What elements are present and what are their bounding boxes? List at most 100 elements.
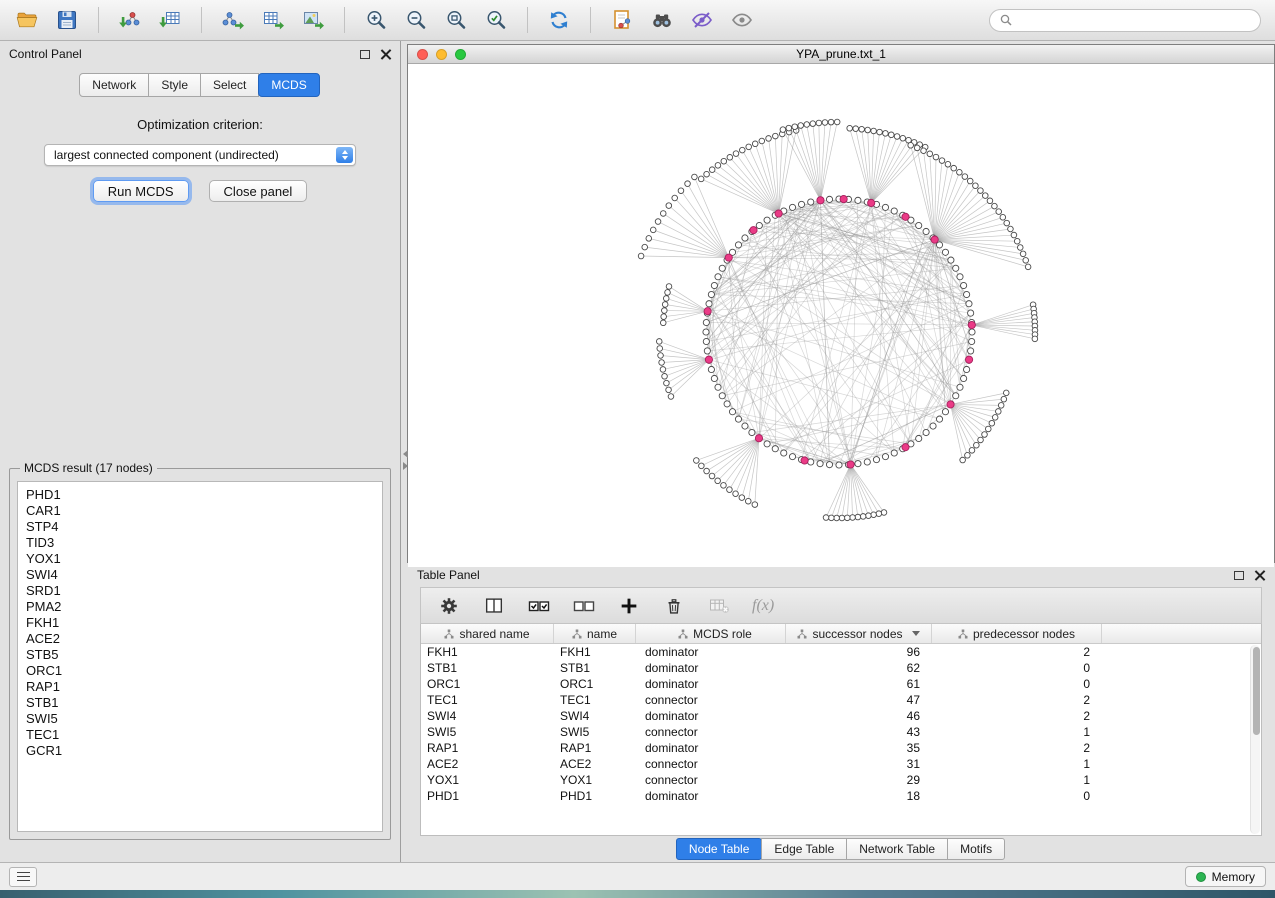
export-image-icon[interactable] [300,7,326,33]
open-file-icon[interactable] [14,7,40,33]
network-leaf-nodes[interactable] [638,119,1038,521]
result-node[interactable]: PHD1 [26,487,374,503]
node-table: shared name name MCDS role successo [420,624,1262,836]
mcds-result-list[interactable]: PHD1CAR1STP4TID3YOX1SWI4SRD1PMA2FKH1ACE2… [17,481,383,832]
hide-selected-icon[interactable] [689,7,715,33]
network-view[interactable] [408,64,1274,567]
float-panel-icon[interactable] [360,50,370,59]
tab-node-table[interactable]: Node Table [676,838,763,860]
status-menu-button[interactable] [9,867,37,887]
deselect-all-columns-icon[interactable] [572,594,596,618]
table-row[interactable]: ORC1ORC1dominator610 [421,676,1261,692]
result-node[interactable]: ORC1 [26,663,374,679]
tab-network[interactable]: Network [79,73,149,97]
table-row[interactable]: TEC1TEC1connector472 [421,692,1261,708]
result-node[interactable]: GCR1 [26,743,374,759]
select-all-columns-icon[interactable] [527,594,551,618]
table-cell [1102,644,1261,660]
window-minimize-icon[interactable] [436,49,447,60]
table-cell: ACE2 [421,756,554,772]
import-network-icon[interactable] [117,7,143,33]
refresh-icon[interactable] [546,7,572,33]
column-header-name[interactable]: name [554,624,636,643]
column-header-filler [1102,624,1261,643]
table-cell: 2 [932,692,1102,708]
tab-edge-table[interactable]: Edge Table [761,838,847,860]
table-cell: connector [636,692,786,708]
table-cell: dominator [636,740,786,756]
table-row[interactable]: PHD1PHD1dominator180 [421,788,1261,804]
memory-button[interactable]: Memory [1185,866,1266,887]
tab-mcds[interactable]: MCDS [258,73,319,97]
tab-select[interactable]: Select [200,73,259,97]
export-network-icon[interactable] [220,7,246,33]
save-session-icon[interactable] [54,7,80,33]
export-table-icon[interactable] [260,7,286,33]
result-node[interactable]: STP4 [26,519,374,535]
add-column-icon[interactable] [617,594,641,618]
column-menu-chevron-icon[interactable] [912,631,920,636]
result-node[interactable]: SWI4 [26,567,374,583]
result-node[interactable]: SWI5 [26,711,374,727]
show-all-icon[interactable] [729,7,755,33]
table-scrollbar[interactable] [1250,645,1260,834]
close-panel-button[interactable]: Close panel [209,180,308,202]
delete-column-icon[interactable] [662,594,686,618]
table-cell: ACE2 [554,756,636,772]
column-header-predecessor-nodes[interactable]: predecessor nodes [932,624,1102,643]
column-header-shared-name[interactable]: shared name [421,624,554,643]
window-maximize-icon[interactable] [455,49,466,60]
table-cell [1102,692,1261,708]
result-node[interactable]: CAR1 [26,503,374,519]
float-table-panel-icon[interactable] [1234,571,1244,580]
table-row[interactable]: STB1STB1dominator620 [421,660,1261,676]
column-header-successor-nodes[interactable]: successor nodes [786,624,932,643]
table-row[interactable]: YOX1YOX1connector291 [421,772,1261,788]
zoom-out-icon[interactable] [403,7,429,33]
close-table-panel-icon[interactable] [1254,570,1265,581]
table-row[interactable]: FKH1FKH1dominator962 [421,644,1261,660]
network-view-window: YPA_prune.txt_1 [407,44,1275,563]
criterion-select[interactable]: largest connected component (undirected) [44,144,356,166]
result-node[interactable]: ACE2 [26,631,374,647]
result-node[interactable]: YOX1 [26,551,374,567]
result-node[interactable]: TID3 [26,535,374,551]
search-input[interactable] [1019,13,1251,27]
memory-label: Memory [1212,870,1255,884]
table-scrollbar-thumb[interactable] [1253,647,1260,735]
tab-motifs[interactable]: Motifs [947,838,1005,860]
result-node[interactable]: STB1 [26,695,374,711]
table-row[interactable]: RAP1RAP1dominator352 [421,740,1261,756]
table-row[interactable]: ACE2ACE2connector311 [421,756,1261,772]
table-cell: SWI4 [421,708,554,724]
settings-icon[interactable] [437,594,461,618]
table-cell [1102,756,1261,772]
network-from-selection-icon[interactable] [609,7,635,33]
search-box[interactable] [989,9,1261,32]
result-node[interactable]: RAP1 [26,679,374,695]
show-columns-icon[interactable] [482,594,506,618]
network-canvas[interactable] [408,64,1274,562]
memory-status-icon [1196,872,1206,882]
find-icon[interactable] [649,7,675,33]
result-node[interactable]: FKH1 [26,615,374,631]
result-node[interactable]: STB5 [26,647,374,663]
tab-network-table[interactable]: Network Table [846,838,948,860]
tab-style[interactable]: Style [148,73,201,97]
table-row[interactable]: SWI5SWI5connector431 [421,724,1261,740]
zoom-in-icon[interactable] [363,7,389,33]
result-node[interactable]: SRD1 [26,583,374,599]
result-node[interactable]: TEC1 [26,727,374,743]
run-mcds-button[interactable]: Run MCDS [93,180,189,202]
zoom-selected-icon[interactable] [483,7,509,33]
column-header-mcds-role[interactable]: MCDS role [636,624,786,643]
window-close-icon[interactable] [417,49,428,60]
table-cell [1102,740,1261,756]
import-table-icon[interactable] [157,7,183,33]
column-type-icon [444,629,454,639]
result-node[interactable]: PMA2 [26,599,374,615]
zoom-fit-icon[interactable] [443,7,469,33]
close-panel-icon[interactable] [380,49,391,60]
network-window-controls [408,49,466,60]
table-row[interactable]: SWI4SWI4dominator462 [421,708,1261,724]
